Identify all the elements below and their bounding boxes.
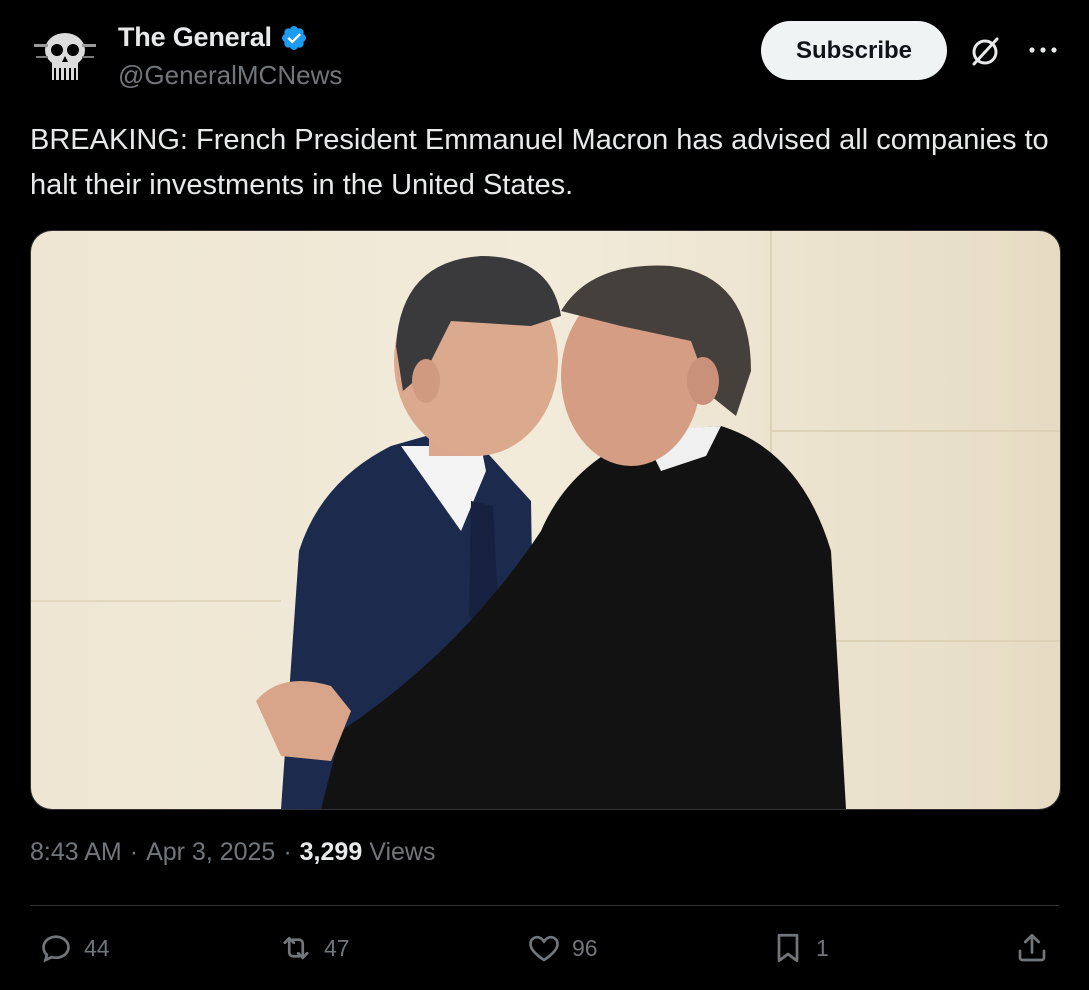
grok-icon[interactable] [966, 33, 1004, 71]
heart-icon [529, 935, 559, 962]
views-label: Views [369, 838, 436, 866]
author-display-name[interactable]: The General [118, 22, 272, 53]
author-handle[interactable]: @GeneralMCNews [118, 60, 342, 91]
divider [30, 905, 1059, 906]
author-name-row: The General [118, 22, 308, 53]
share-icon [1018, 933, 1046, 962]
repost-count: 47 [324, 934, 350, 961]
like-count: 96 [572, 934, 598, 961]
tweet-photo[interactable] [30, 230, 1061, 810]
views-count[interactable]: 3,299 [300, 838, 363, 867]
verified-badge-icon[interactable] [280, 24, 308, 52]
meta-separator: · [129, 838, 139, 866]
repost-icon [283, 936, 309, 960]
bookmark-count: 1 [816, 934, 829, 961]
tweet-meta: 8:43 AM · Apr 3, 2025 · 3,299 Views [30, 838, 435, 867]
tweet-time[interactable]: 8:43 AM [30, 838, 122, 867]
reply-icon [42, 935, 70, 963]
tweet-card: The General @GeneralMCNews Subscribe BRE… [0, 0, 1089, 990]
meta-separator: · [283, 838, 292, 866]
subscribe-button[interactable]: Subscribe [761, 21, 947, 80]
tweet-text: BREAKING: French President Emmanuel Macr… [30, 124, 1049, 201]
bookmark-icon [777, 933, 799, 963]
share-button[interactable] [1014, 926, 1050, 970]
skull-avatar-icon[interactable] [28, 26, 102, 90]
more-icon[interactable] [1026, 40, 1060, 60]
tweet-date[interactable]: Apr 3, 2025 [146, 838, 275, 867]
bookmark-button[interactable]: 1 [770, 926, 829, 970]
like-button[interactable]: 96 [526, 926, 598, 970]
repost-button[interactable]: 47 [278, 926, 350, 970]
reply-button[interactable]: 44 [38, 926, 110, 970]
reply-count: 44 [84, 934, 110, 961]
